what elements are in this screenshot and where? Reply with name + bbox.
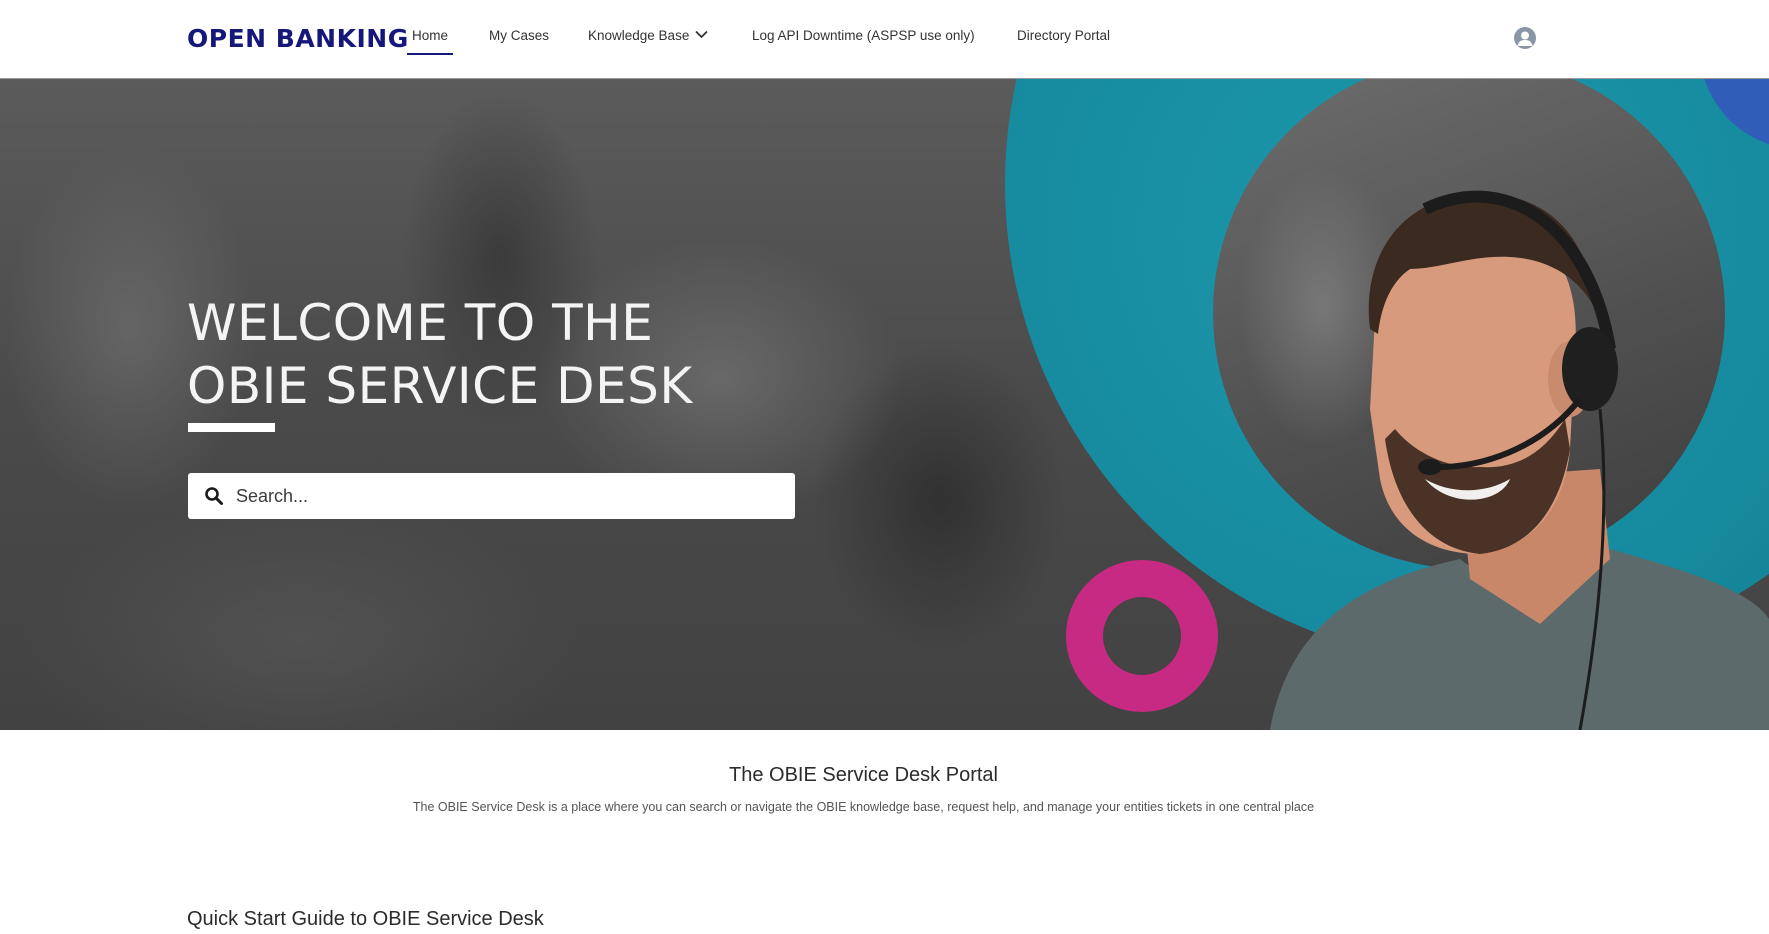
portal-heading: The OBIE Service Desk Portal — [729, 764, 998, 786]
hero-title-line-2: OBIE SERVICE DESK — [187, 357, 693, 415]
title-underline — [188, 423, 275, 432]
support-agent-image — [1270, 190, 1769, 730]
portal-description: The OBIE Service Desk is a place where y… — [412, 800, 1315, 814]
hero-title-line-1: WELCOME TO THE — [187, 294, 654, 352]
magenta-ring-decoration — [1066, 560, 1218, 712]
hero-title: WELCOME TO THE OBIE SERVICE DESK — [187, 292, 693, 418]
search-bar[interactable] — [188, 473, 795, 519]
search-input[interactable] — [236, 473, 776, 519]
search-icon[interactable] — [204, 486, 224, 511]
hero-banner: WELCOME TO THE OBIE SERVICE DESK — [0, 79, 1769, 730]
nav-knowledge-base-label: Knowledge Base — [588, 28, 690, 43]
nav-home[interactable]: Home — [406, 28, 454, 55]
nav-my-cases[interactable]: My Cases — [489, 28, 549, 43]
user-avatar-icon[interactable] — [1514, 27, 1536, 49]
open-banking-logo[interactable]: OPEN BANKING — [187, 24, 409, 53]
nav-knowledge-base[interactable]: Knowledge Base — [588, 28, 708, 43]
quick-start-guide-heading: Quick Start Guide to OBIE Service Desk — [187, 908, 544, 930]
nav-log-api-downtime[interactable]: Log API Downtime (ASPSP use only) — [752, 28, 975, 43]
chevron-down-icon — [695, 27, 708, 42]
nav-directory-portal[interactable]: Directory Portal — [1017, 28, 1110, 43]
top-navigation-bar: OPEN BANKING Home My Cases Knowledge Bas… — [0, 0, 1769, 79]
